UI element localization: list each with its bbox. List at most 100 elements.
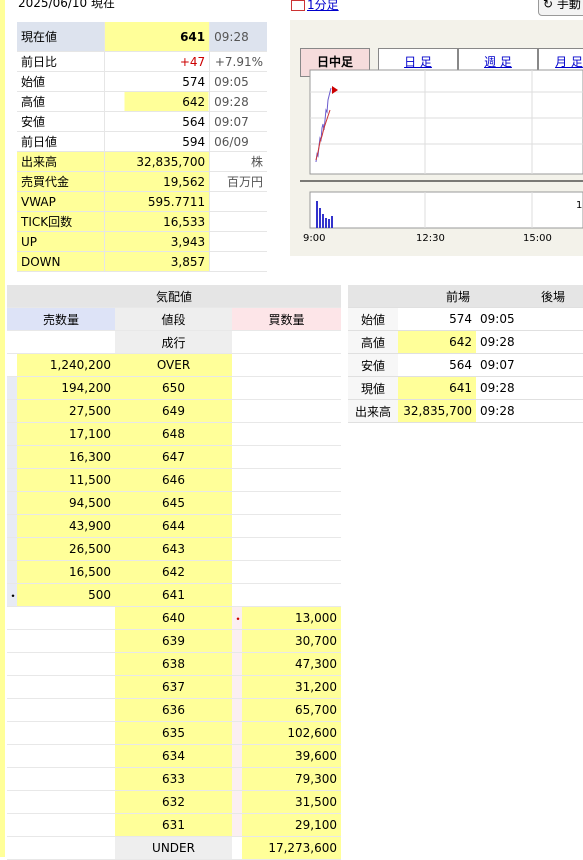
bid-price: 638 [115, 652, 232, 676]
session-row-time: 09:05 [476, 307, 519, 331]
session-row-time: 09:28 [476, 399, 519, 423]
bid-quantity: 31,200 [242, 675, 342, 699]
ask-row: ・ 500 641 [7, 583, 342, 607]
session-rows: 始値 574 09:05 高値 642 09:28 安値 564 09:07 現値 641 09:28… [348, 307, 583, 423]
ask-marker-empty [7, 767, 17, 791]
volume-bar [328, 219, 330, 228]
ask-row: 194,200 650 [7, 376, 342, 400]
under-row: UNDER 17,273,600 [7, 836, 342, 860]
ask-marker-empty [7, 744, 17, 768]
change-row: 前日比 +47 +7.91% [17, 51, 267, 72]
under-label: UNDER [115, 836, 232, 860]
volume-bar [316, 201, 318, 228]
summary-row-value: 19,562 [103, 171, 210, 192]
summary-row-unit: 株 [209, 151, 267, 172]
ask-quantity-empty [17, 767, 115, 791]
summary-row: 始値 574 09:05 [17, 71, 267, 92]
refresh-icon: ↻ [543, 0, 554, 11]
bid-price: 631 [115, 813, 232, 837]
ask-marker: ・ [7, 583, 19, 607]
bid-marker [232, 698, 242, 722]
bid-row: 633 79,300 [7, 767, 342, 791]
summary-row-label: 始値 [17, 71, 105, 92]
summary-row-value: 3,943 [103, 231, 210, 252]
ask-price: 650 [115, 376, 232, 400]
ask-quantity: 11,500 [17, 468, 115, 492]
session-row-value: 642 [398, 330, 476, 354]
session-row-value: 574 [398, 307, 476, 331]
bid-marker-empty [232, 376, 242, 400]
session-row: 安値 564 09:07 [348, 353, 583, 377]
bid-quantity: 30,700 [242, 629, 342, 653]
ask-row: 27,500 649 [7, 399, 342, 423]
ask-price: 643 [115, 537, 232, 561]
morning-session-header: 前場 [398, 285, 519, 308]
time-label: 15:00 [523, 233, 552, 244]
left-accent-bar [0, 0, 5, 857]
ask-price: 647 [115, 445, 232, 469]
bid-quantity-empty [242, 376, 342, 400]
bid-marker-empty [232, 445, 242, 469]
afternoon-session-cell [518, 330, 583, 354]
ask-quantity-empty [17, 790, 115, 814]
ask-row: 16,300 647 [7, 445, 342, 469]
ask-quantity-empty [17, 813, 115, 837]
ask-marker-empty [7, 813, 17, 837]
ask-price: 644 [115, 514, 232, 538]
ask-quantity: 194,200 [17, 376, 115, 400]
ask-quantity-empty [17, 606, 115, 630]
bid-row: 636 65,700 [7, 698, 342, 722]
one-minute-chart-link[interactable]: 1分足 [291, 0, 339, 13]
ask-marker-empty [7, 721, 17, 745]
volume-axis-label: 1 [576, 200, 582, 211]
over-label: OVER [115, 353, 232, 377]
order-book-title: 気配値 [7, 285, 342, 308]
summary-row-value: 595.7711 [103, 191, 210, 212]
ask-marker-empty [7, 606, 17, 630]
ask-price: 641 [115, 583, 232, 607]
bid-row: 632 31,500 [7, 790, 342, 814]
order-book-title-row: 気配値 [7, 285, 342, 308]
summary-row-label: 高値 [17, 91, 105, 112]
bid-quantity: 13,000 [242, 606, 342, 630]
bid-quantity: 31,500 [242, 790, 342, 814]
afternoon-session-cell [518, 376, 583, 400]
bid-marker [232, 767, 242, 791]
summary-row-value: 564 [103, 111, 210, 132]
intraday-chart-panel: 日中足 日 足 週 足 月 足 1 9:00 12:30 15:00 [290, 20, 583, 256]
ask-marker [7, 445, 17, 469]
summary-row-label: DOWN [17, 251, 105, 272]
bid-marker [232, 744, 242, 768]
manual-button-label: 手動 [556, 0, 581, 11]
manual-button[interactable]: ↻ 手動 [538, 0, 583, 16]
bid-marker [232, 790, 242, 814]
session-row: 現値 641 09:28 [348, 376, 583, 400]
ask-price: 648 [115, 422, 232, 446]
buy-quantity-header: 買数量 [232, 307, 342, 331]
session-row-label: 出来高 [348, 399, 398, 423]
sell-quantity-header: 売数量 [7, 307, 115, 331]
intraday-price-chart: 1 9:00 12:30 15:00 [300, 69, 583, 244]
ask-marker-empty [7, 698, 17, 722]
under-quantity: 17,273,600 [242, 836, 342, 860]
over-quantity: 1,240,200 [17, 353, 115, 377]
summary-row-value: 32,835,700 [103, 151, 210, 172]
volume-plot-area [309, 191, 583, 229]
current-price-row: 現在値 641 09:28 [17, 22, 267, 52]
bid-marker-empty [232, 583, 242, 607]
ask-quantity: 43,900 [17, 514, 115, 538]
bid-price: 636 [115, 698, 232, 722]
ask-marker [7, 537, 17, 561]
summary-row-label: TICK回数 [17, 211, 105, 232]
summary-row: 前日値 594 06/09 [17, 131, 267, 152]
bid-marker [232, 675, 242, 699]
ask-quantity-empty [17, 652, 115, 676]
bid-row: 637 31,200 [7, 675, 342, 699]
session-row-value: 564 [398, 353, 476, 377]
summary-row-label: 前日値 [17, 131, 105, 152]
bid-row: 634 39,600 [7, 744, 342, 768]
change-label: 前日比 [17, 51, 105, 72]
bid-marker-empty [232, 560, 242, 584]
ask-marker [7, 560, 17, 584]
ask-marker [7, 422, 17, 446]
